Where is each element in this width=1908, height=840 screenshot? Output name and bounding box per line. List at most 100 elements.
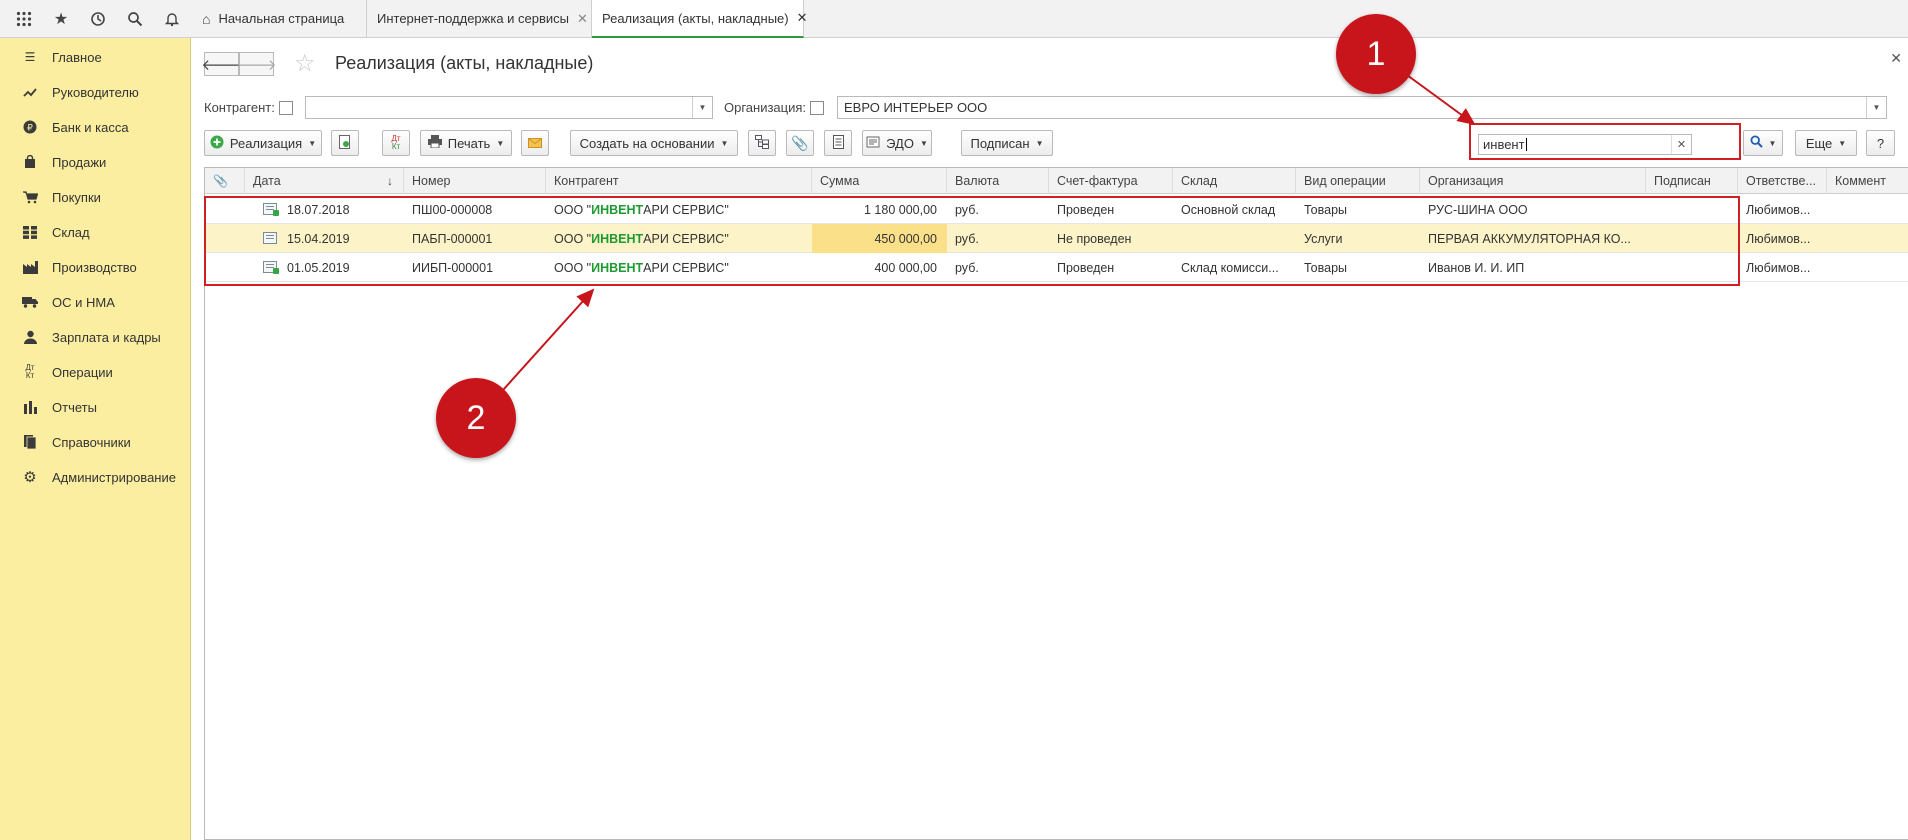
- forward-button[interactable]: 🡒: [236, 52, 277, 76]
- print-button[interactable]: Печать ▼: [420, 130, 512, 156]
- search-options-button[interactable]: ▼: [1743, 130, 1783, 156]
- email-button[interactable]: [521, 130, 549, 156]
- attach-files-button[interactable]: 📎: [786, 130, 814, 156]
- column-comment[interactable]: Коммент: [1827, 168, 1908, 194]
- sidebar-item-main[interactable]: ☰ Главное: [0, 43, 191, 71]
- ruble-coin-icon: ₽: [22, 119, 38, 135]
- table-header: 📎 Дата ↓ Номер Контрагент Сумма Валюта С…: [205, 168, 1908, 194]
- organization-field[interactable]: ЕВРО ИНТЕРЬЕР ООО ▼: [837, 96, 1887, 119]
- sidebar-item-label: Руководителю: [52, 84, 139, 100]
- cart-icon: [22, 189, 38, 205]
- bell-icon[interactable]: [160, 7, 184, 31]
- envelope-icon: [528, 136, 542, 151]
- sidebar-item-warehouse[interactable]: Склад: [0, 218, 191, 246]
- sidebar-item-operations[interactable]: Дт Кт Операции: [0, 358, 191, 386]
- arrow-right-icon: 🡒: [236, 56, 277, 74]
- counterparty-field[interactable]: ▼: [305, 96, 713, 119]
- hierarchy-icon: [755, 134, 769, 152]
- column-label: Склад: [1181, 174, 1218, 188]
- sidebar-item-sales[interactable]: Продажи: [0, 148, 191, 176]
- caret-down-icon: ▼: [1035, 138, 1044, 148]
- caret-down-icon: ▼: [919, 138, 928, 148]
- organization-checkbox[interactable]: [810, 101, 824, 115]
- sidebar-item-references[interactable]: Справочники: [0, 428, 191, 456]
- column-sum[interactable]: Сумма: [812, 168, 947, 194]
- sidebar-item-label: Администрирование: [52, 469, 176, 485]
- tab-label: Начальная страница: [218, 11, 345, 26]
- cell-responsible: Любимов...: [1746, 202, 1811, 217]
- button-label: ?: [1876, 135, 1885, 151]
- page-title: Реализация (акты, накладные): [335, 53, 594, 73]
- caret-down-icon: ▼: [720, 138, 729, 148]
- column-counterparty[interactable]: Контрагент: [546, 168, 812, 194]
- help-button[interactable]: ?: [1866, 130, 1895, 156]
- button-label: ЭДО: [886, 135, 914, 151]
- sidebar-item-purchases[interactable]: Покупки: [0, 183, 191, 211]
- search-icon[interactable]: [123, 7, 147, 31]
- sidebar-item-fixed-assets[interactable]: ОС и НМА: [0, 288, 191, 316]
- top-bar: ★ ⌂ Начальная страница Интернет-поддержк…: [0, 0, 1908, 38]
- column-operation[interactable]: Вид операции: [1296, 168, 1420, 194]
- create-realization-button[interactable]: Реализация ▼: [204, 130, 322, 156]
- more-button[interactable]: Еще ▼: [1795, 130, 1857, 156]
- copy-document-button[interactable]: [331, 130, 359, 156]
- organization-label: Организация:: [724, 100, 807, 115]
- column-number[interactable]: Номер: [404, 168, 546, 194]
- sidebar-item-production[interactable]: Производство: [0, 253, 191, 281]
- chevron-down-icon[interactable]: ▼: [692, 97, 712, 118]
- counterparty-checkbox[interactable]: [279, 101, 293, 115]
- registers-button[interactable]: [824, 130, 852, 156]
- sort-down-icon: ↓: [387, 174, 393, 188]
- star-icon[interactable]: ★: [49, 7, 73, 31]
- close-icon[interactable]: ✕: [577, 11, 588, 27]
- structure-button[interactable]: [748, 130, 776, 156]
- sidebar-item-bank[interactable]: ₽ Банк и касса: [0, 113, 191, 141]
- history-icon[interactable]: [86, 7, 110, 31]
- caret-down-icon: ▼: [1768, 138, 1777, 148]
- close-form-icon[interactable]: ✕: [1890, 50, 1902, 67]
- create-based-on-button[interactable]: Создать на основании ▼: [570, 130, 738, 156]
- paperclip-icon: 📎: [791, 134, 809, 151]
- edo-button[interactable]: ЭДО ▼: [862, 130, 932, 156]
- column-label: Подписан: [1654, 174, 1711, 188]
- counterparty-label: Контрагент:: [204, 100, 275, 115]
- sidebar-item-label: Склад: [52, 224, 90, 240]
- column-responsible[interactable]: Ответстве...: [1738, 168, 1827, 194]
- chevron-down-icon[interactable]: ▼: [1866, 97, 1886, 118]
- sidebar-item-reports[interactable]: Отчеты: [0, 393, 191, 421]
- signed-filter-button[interactable]: Подписан ▼: [961, 130, 1053, 156]
- sidebar-item-label: Покупки: [52, 189, 101, 205]
- dt-kt-button[interactable]: Дт Кт: [382, 130, 410, 156]
- sidebar-item-manager[interactable]: Руководителю: [0, 78, 191, 106]
- sidebar-item-admin[interactable]: ⚙ Администрирование: [0, 463, 191, 491]
- svg-text:₽: ₽: [27, 124, 33, 134]
- column-warehouse[interactable]: Склад: [1173, 168, 1296, 194]
- tab-home[interactable]: ⌂ Начальная страница: [192, 0, 367, 37]
- column-signed[interactable]: Подписан: [1646, 168, 1738, 194]
- copy-doc-icon: [339, 134, 351, 152]
- sidebar-item-label: Операции: [52, 364, 113, 380]
- gear-icon: ⚙: [23, 469, 37, 486]
- column-currency[interactable]: Валюта: [947, 168, 1049, 194]
- list-doc-icon: [832, 134, 844, 152]
- column-label: Валюта: [955, 174, 1000, 188]
- tab-realization[interactable]: Реализация (акты, накладные) ✕: [592, 0, 808, 38]
- dt-kt-icon: Дт Кт: [25, 363, 35, 380]
- sidebar-item-label: Главное: [52, 49, 102, 65]
- favorite-star-icon[interactable]: ☆: [294, 49, 316, 78]
- column-label: Ответстве...: [1746, 174, 1816, 188]
- column-label: Контрагент: [554, 174, 619, 188]
- column-organization[interactable]: Организация: [1420, 168, 1646, 194]
- back-button[interactable]: 🡐: [201, 52, 242, 76]
- button-label: Печать: [447, 135, 491, 151]
- column-date[interactable]: Дата ↓: [245, 168, 404, 194]
- column-invoice[interactable]: Счет-фактура: [1049, 168, 1173, 194]
- apps-grid-icon[interactable]: [12, 7, 36, 31]
- sidebar-item-salary[interactable]: Зарплата и кадры: [0, 323, 191, 351]
- column-label: Счет-фактура: [1057, 174, 1138, 188]
- column-attachments[interactable]: 📎: [205, 168, 245, 194]
- tab-internet-support[interactable]: Интернет-поддержка и сервисы ✕: [367, 0, 592, 37]
- trend-icon: [22, 84, 38, 100]
- tab-label: Интернет-поддержка и сервисы: [377, 11, 570, 26]
- close-icon[interactable]: ✕: [797, 10, 808, 26]
